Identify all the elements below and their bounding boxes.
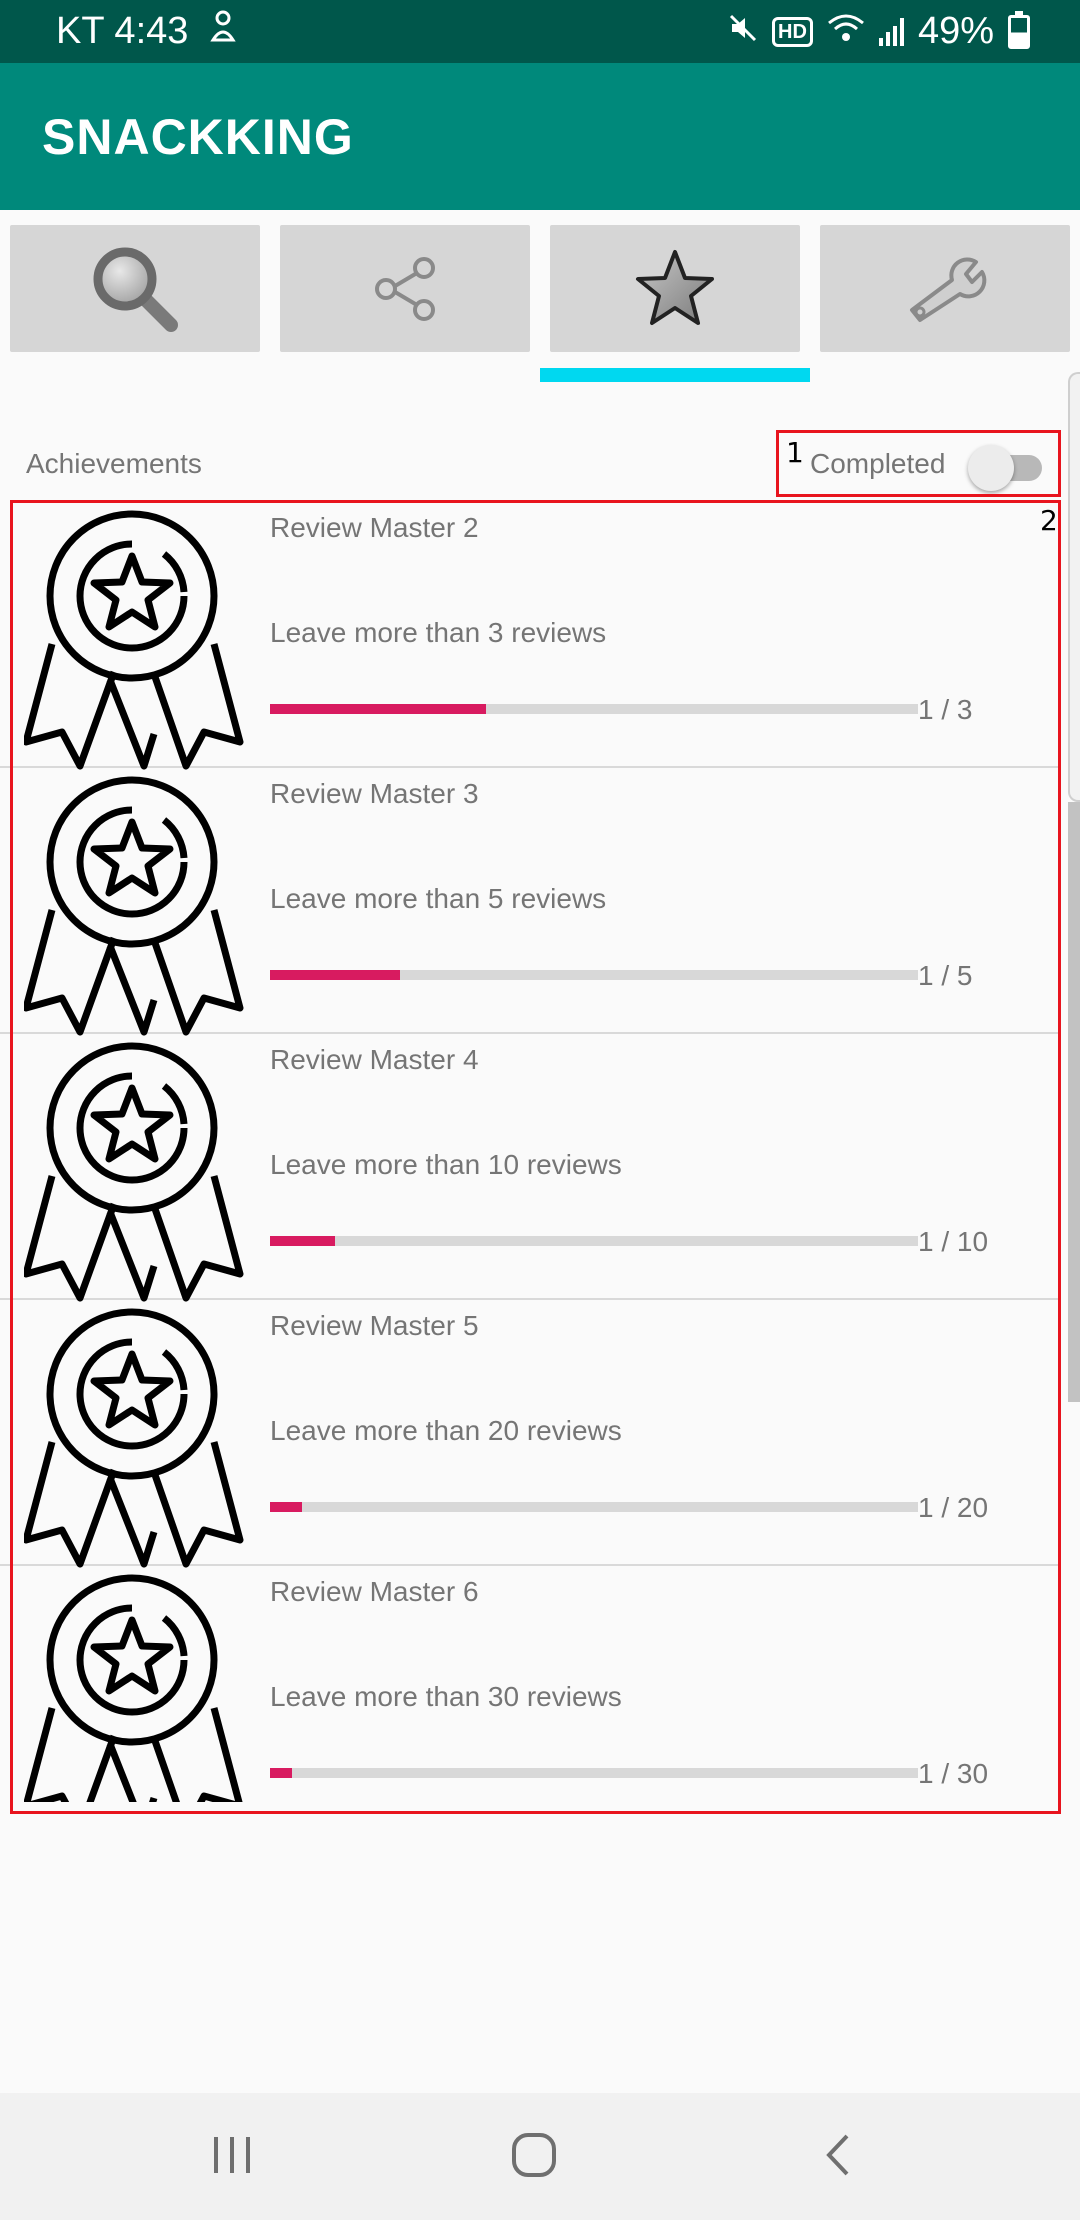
back-button[interactable] — [798, 2123, 878, 2187]
hd-icon: HD — [772, 16, 813, 47]
annotation-label-1: 1 — [786, 436, 804, 469]
wrench-icon — [910, 256, 987, 322]
search-icon — [93, 247, 178, 332]
notification-icon — [208, 10, 238, 54]
home-button[interactable] — [494, 2123, 574, 2187]
tab-achievements[interactable] — [550, 225, 800, 352]
tab-indicator — [540, 368, 810, 382]
status-bar: KT 4:43 HD 49% — [0, 0, 1080, 63]
tab-share[interactable] — [280, 225, 530, 352]
share-icon — [375, 256, 435, 321]
recent-apps-button[interactable] — [192, 2123, 272, 2187]
star-icon — [636, 249, 714, 325]
scrollbar[interactable] — [1068, 802, 1080, 1402]
scroll-edge — [1068, 372, 1080, 802]
section-title: Achievements — [26, 448, 202, 479]
back-icon — [826, 2134, 849, 2176]
battery-icon — [1008, 10, 1030, 49]
annotation-label-2: 2 — [1040, 504, 1058, 537]
tab-settings[interactable] — [820, 225, 1070, 352]
home-icon — [512, 2133, 556, 2177]
annotation-box-2 — [10, 500, 1061, 1814]
system-nav-bar — [0, 2093, 1080, 2220]
app-title: SNACKKING — [42, 108, 354, 165]
annotation-box-1 — [776, 430, 1061, 497]
wifi-icon — [827, 10, 865, 53]
status-time: KT 4:43 — [56, 10, 189, 52]
mute-icon — [728, 10, 758, 53]
signal-icon — [878, 17, 904, 46]
recent-apps-icon — [214, 2137, 250, 2173]
battery-percent: 49% — [917, 10, 994, 52]
app-bar: SNACKKING — [0, 63, 1080, 210]
tab-search[interactable] — [10, 225, 260, 352]
